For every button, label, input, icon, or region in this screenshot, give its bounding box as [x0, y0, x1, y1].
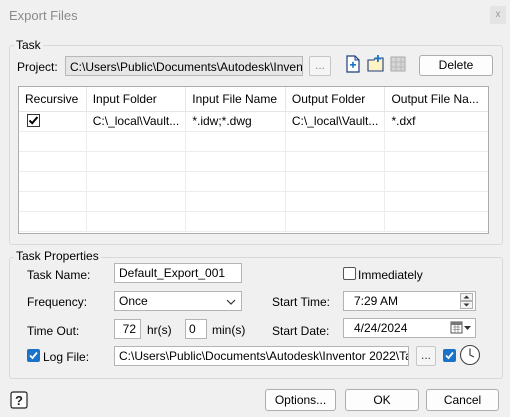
chevron-down-icon: [226, 299, 236, 305]
frequency-label: Frequency:: [27, 295, 88, 309]
check-icon: [445, 351, 454, 360]
hours-unit-label: hr(s): [147, 323, 172, 337]
empty-row: [19, 152, 488, 172]
minutes-unit-label: min(s): [212, 323, 246, 337]
timeout-label: Time Out:: [27, 324, 80, 338]
task-group-label: Task: [14, 38, 43, 52]
immediately-label[interactable]: Immediately: [358, 268, 423, 282]
input-file-name-cell[interactable]: *.idw;*.dwg: [186, 112, 286, 131]
cancel-button[interactable]: Cancel: [426, 389, 499, 411]
output-folder-cell[interactable]: C:\_local\Vault...: [286, 112, 386, 131]
start-date-value: 4/24/2024: [354, 321, 408, 335]
immediately-checkbox[interactable]: [343, 267, 356, 280]
add-folder-icon: [367, 55, 384, 72]
close-button[interactable]: x: [490, 6, 506, 24]
window-title: Export Files: [9, 8, 78, 23]
project-label: Project:: [17, 60, 58, 74]
calendar-dropdown[interactable]: [450, 321, 472, 335]
task-properties-group-label: Task Properties: [14, 249, 101, 263]
empty-row: [19, 192, 488, 212]
column-header-output-folder[interactable]: Output Folder: [286, 87, 386, 111]
help-button[interactable]: ?: [10, 391, 28, 409]
timeout-hours-input[interactable]: 72: [114, 319, 141, 339]
log-file-browse-button[interactable]: ...: [416, 346, 436, 366]
start-time-label: Start Time:: [272, 295, 331, 309]
grid-tool-icon: [390, 56, 406, 72]
log-file-checkbox[interactable]: [27, 349, 40, 362]
clock-icon: [459, 344, 481, 366]
new-document-icon: [346, 55, 360, 73]
spinner-arrows-icon: [460, 293, 473, 309]
check-icon: [28, 116, 39, 125]
grid-header-row: Recursive Input Folder Input File Name O…: [19, 87, 488, 112]
ok-button[interactable]: OK: [345, 389, 419, 411]
task-name-input[interactable]: Default_Export_001: [114, 263, 242, 283]
frequency-value: Once: [119, 294, 148, 308]
log-option-checkbox[interactable]: [443, 349, 456, 362]
recursive-cell[interactable]: [19, 112, 87, 131]
svg-text:?: ?: [15, 393, 23, 408]
project-field[interactable]: C:\Users\Public\Documents\Autodesk\Inven…: [65, 56, 303, 76]
output-file-name-cell[interactable]: *.dxf: [385, 112, 488, 131]
log-file-label[interactable]: Log File:: [43, 350, 89, 364]
schedule-clock-button[interactable]: [459, 344, 481, 366]
project-browse-button[interactable]: ...: [309, 56, 331, 76]
calendar-icon: [450, 321, 471, 334]
new-task-button[interactable]: [345, 55, 361, 73]
time-spinner[interactable]: [460, 293, 473, 309]
start-date-picker[interactable]: 4/24/2024: [343, 318, 476, 338]
task-grid[interactable]: Recursive Input Folder Input File Name O…: [18, 86, 489, 234]
start-time-value: 7:29 AM: [354, 294, 399, 308]
table-row[interactable]: C:\_local\Vault... *.idw;*.dwg C:\_local…: [19, 112, 488, 132]
column-header-recursive[interactable]: Recursive: [19, 87, 87, 111]
timeout-minutes-input[interactable]: 0: [185, 319, 207, 339]
check-icon: [29, 351, 38, 360]
empty-row: [19, 132, 488, 152]
start-time-picker[interactable]: 7:29 AM: [343, 291, 476, 311]
task-name-label: Task Name:: [27, 268, 91, 282]
input-folder-cell[interactable]: C:\_local\Vault...: [87, 112, 187, 131]
log-file-path-input[interactable]: C:\Users\Public\Documents\Autodesk\Inven…: [114, 346, 409, 366]
column-header-input-file-name[interactable]: Input File Name: [186, 87, 286, 111]
column-header-input-folder[interactable]: Input Folder: [87, 87, 187, 111]
empty-row: [19, 172, 488, 192]
frequency-select[interactable]: Once: [114, 291, 242, 311]
empty-row: [19, 212, 488, 232]
start-date-label: Start Date:: [272, 324, 330, 338]
options-button[interactable]: Options...: [265, 389, 336, 411]
add-folder-button[interactable]: [367, 55, 385, 73]
column-header-output-file-name[interactable]: Output File Na...: [385, 87, 488, 111]
help-icon: ?: [10, 391, 28, 409]
disabled-tool-button[interactable]: [390, 56, 406, 72]
recursive-checkbox[interactable]: [27, 114, 40, 127]
delete-button[interactable]: Delete: [419, 55, 493, 76]
